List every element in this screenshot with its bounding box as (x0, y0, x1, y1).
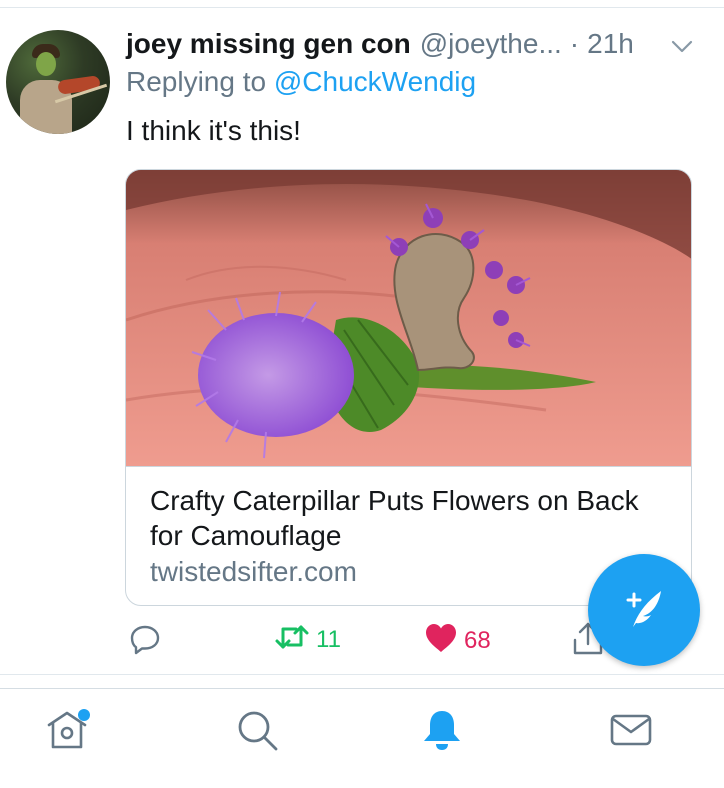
card-title[interactable]: Crafty Caterpillar Puts Flowers on Back … (150, 483, 670, 553)
replying-to: Replying to @ChuckWendig (126, 66, 476, 98)
reply-mention-link[interactable]: @ChuckWendig (274, 66, 476, 97)
bell-icon (419, 707, 465, 758)
card-divider (126, 466, 691, 467)
display-name[interactable]: joey missing gen con (126, 28, 411, 60)
tweet-text: I think it's this! (126, 115, 301, 146)
tab-bar (0, 689, 724, 788)
retweet-count: 11 (316, 625, 341, 653)
card-domain: twistedsifter.com (150, 556, 357, 587)
link-card[interactable]: Crafty Caterpillar Puts Flowers on Back … (125, 169, 692, 606)
handle[interactable]: @joeythe... (420, 28, 562, 60)
mail-icon (608, 707, 654, 758)
like-button[interactable]: 68 (424, 622, 491, 659)
reply-button[interactable] (128, 622, 162, 661)
search-icon (234, 707, 280, 758)
separator: · (569, 28, 580, 59)
top-divider (0, 7, 724, 8)
reply-icon (128, 622, 162, 661)
tweet-header: joey missing gen con @joeythe... · 21h (126, 28, 634, 64)
compose-button[interactable] (588, 554, 700, 666)
home-notification-dot (78, 709, 90, 721)
like-count: 68 (464, 626, 491, 654)
timestamp[interactable]: 21h (587, 28, 634, 60)
heart-icon (424, 622, 458, 659)
retweet-button[interactable]: 11 (274, 622, 341, 657)
card-image (126, 170, 691, 466)
tab-notifications[interactable] (417, 707, 467, 757)
retweet-icon (274, 622, 310, 657)
feed-divider (0, 674, 724, 675)
tab-search[interactable] (232, 707, 282, 757)
avatar-face (36, 52, 56, 76)
compose-icon (619, 583, 669, 638)
reply-prefix: Replying to (126, 66, 267, 97)
tab-messages[interactable] (606, 707, 656, 757)
chevron-down-icon[interactable] (670, 36, 694, 56)
avatar[interactable] (6, 30, 110, 134)
